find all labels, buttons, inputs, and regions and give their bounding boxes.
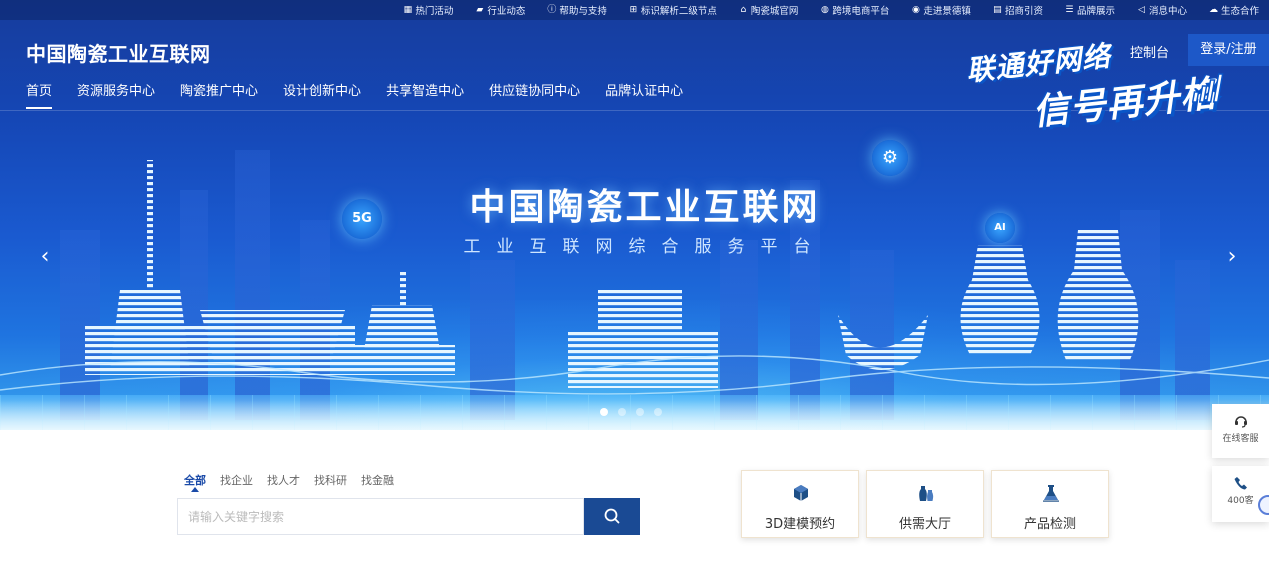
gear-icon: ⚙ <box>872 140 908 176</box>
hero-fade <box>0 400 1269 460</box>
nav-item[interactable]: 共享智造中心 <box>386 72 464 108</box>
top-utility-bar: ▦ 热门活动 ▰ 行业动态 ⓘ 帮助与支持 ⊞ 标识解析二级节点 ⌂ 陶瓷城官网 ◍ 跨境电商平台 ◉ 走… <box>0 0 1269 20</box>
console-link[interactable]: 控制台 <box>1130 42 1169 61</box>
flask-icon <box>1043 485 1059 502</box>
search-tab[interactable]: 找科研 <box>314 472 347 488</box>
banner-prev-arrow[interactable]: ‹ <box>33 246 57 270</box>
topbar-item-label: 跨境电商平台 <box>832 6 890 17</box>
cube-icon <box>794 485 808 501</box>
speaker-icon: ◁ <box>1138 4 1145 15</box>
building-icon: ⌂ <box>740 4 747 15</box>
location-icon: ◉ <box>911 4 920 15</box>
search-tab[interactable]: 找企业 <box>220 472 253 488</box>
nav-item[interactable]: 首页 <box>26 72 53 109</box>
topbar-item-label: 标识解析二级节点 <box>640 6 717 17</box>
nav-item[interactable]: 供应链协同中心 <box>489 72 580 108</box>
topbar-item[interactable]: ☰ 品牌展示 <box>1053 0 1125 20</box>
search-tab[interactable]: 找人才 <box>267 472 300 488</box>
topbar-item[interactable]: ⊞ 标识解析二级节点 <box>617 0 727 20</box>
topbar-item-label: 陶瓷城官网 <box>750 6 799 17</box>
topbar-item-label: 行业动态 <box>487 6 526 17</box>
cloud-icon: ☁ <box>1208 4 1218 15</box>
topbar-item-label: 招商引资 <box>1004 6 1043 17</box>
banner-subtitle: 工业互联网综合服务平台 <box>463 237 827 257</box>
online-service-button[interactable]: 在线客服 <box>1212 404 1269 458</box>
headset-icon <box>1234 416 1247 428</box>
fire-grid-icon: ▦ <box>403 4 413 15</box>
search-tab[interactable]: 找金融 <box>361 472 394 488</box>
nav-item[interactable]: 品牌认证中心 <box>605 72 683 108</box>
globe-icon: ◍ <box>820 4 829 15</box>
site-logo[interactable]: 中国陶瓷工业互联网 <box>26 38 211 67</box>
banner-next-arrow[interactable]: › <box>1220 246 1244 270</box>
search-input[interactable] <box>177 498 584 535</box>
nav-item[interactable]: 设计创新中心 <box>283 72 361 108</box>
topbar-item-label: 帮助与支持 <box>559 6 607 17</box>
login-register-button[interactable]: 登录/注册 <box>1188 34 1269 66</box>
quick-card-supply-demand[interactable]: 供需大厅 <box>866 470 984 538</box>
hotline-button[interactable]: 400客 <box>1212 466 1269 522</box>
banner-title: 中国陶瓷工业互联网 <box>469 187 821 228</box>
signal-bars-icon <box>1192 73 1224 103</box>
phone-icon <box>1234 477 1247 490</box>
topbar-item-label: 品牌展示 <box>1076 6 1115 17</box>
topbar-item[interactable]: ⌂ 陶瓷城官网 <box>727 0 809 20</box>
topbar-item[interactable]: ▤ 招商引资 <box>981 0 1053 20</box>
topbar-item[interactable]: ◍ 跨境电商平台 <box>808 0 899 20</box>
quick-card-label: 3D建模预约 <box>764 517 836 532</box>
network-icon: ⊞ <box>629 4 638 15</box>
search-icon <box>604 508 620 524</box>
topbar-item[interactable]: ▰ 行业动态 <box>463 0 535 20</box>
topbar-item-label: 生态合作 <box>1220 6 1259 17</box>
hero-banner: 5G ⚙ AI 中国陶瓷工业互联网 工业互联网综合服务平台 ‹ › ▦ 热门活动 ▰… <box>0 0 1269 430</box>
main-nav: 首页 资源服务中心 陶瓷推广中心 设计创新中心 共享智造中心 供应链协同中心 品牌认证中心 <box>0 72 683 109</box>
list-icon: ☰ <box>1065 4 1074 15</box>
quick-card-3d-modeling[interactable]: 3D建模预约 <box>741 470 859 538</box>
side-label-service: 在线客服 <box>1222 434 1259 444</box>
nav-item[interactable]: 陶瓷推广中心 <box>180 72 258 108</box>
document-icon: ▤ <box>993 4 1002 15</box>
topbar-item[interactable]: ▦ 热门活动 <box>391 0 463 20</box>
banner-skyline-illustration <box>0 150 1269 420</box>
topbar-item[interactable]: ◉ 走进景德镇 <box>899 0 981 20</box>
search-tabs: 全部 找企业 找人才 找科研 找金融 <box>184 472 408 492</box>
search-tab[interactable]: 全部 <box>184 472 206 492</box>
topbar-item[interactable]: ◁ 消息中心 <box>1125 0 1197 20</box>
vase-icon <box>919 486 934 501</box>
quick-card-label: 供需大厅 <box>898 517 951 532</box>
nav-item[interactable]: 资源服务中心 <box>77 72 155 108</box>
topbar-item-label: 消息中心 <box>1148 6 1187 17</box>
topbar-item-label: 走进景德镇 <box>923 6 971 17</box>
info-icon: ⓘ <box>547 4 557 15</box>
quick-card-product-testing[interactable]: 产品检测 <box>991 470 1109 538</box>
topbar-item[interactable]: ⓘ 帮助与支持 <box>535 0 617 20</box>
search-button[interactable] <box>584 498 640 535</box>
topbar-item-label: 热门活动 <box>415 6 454 17</box>
topbar-item[interactable]: ☁ 生态合作 <box>1197 0 1269 20</box>
folder-icon: ▰ <box>476 4 484 15</box>
quick-card-label: 产品检测 <box>1023 517 1076 532</box>
